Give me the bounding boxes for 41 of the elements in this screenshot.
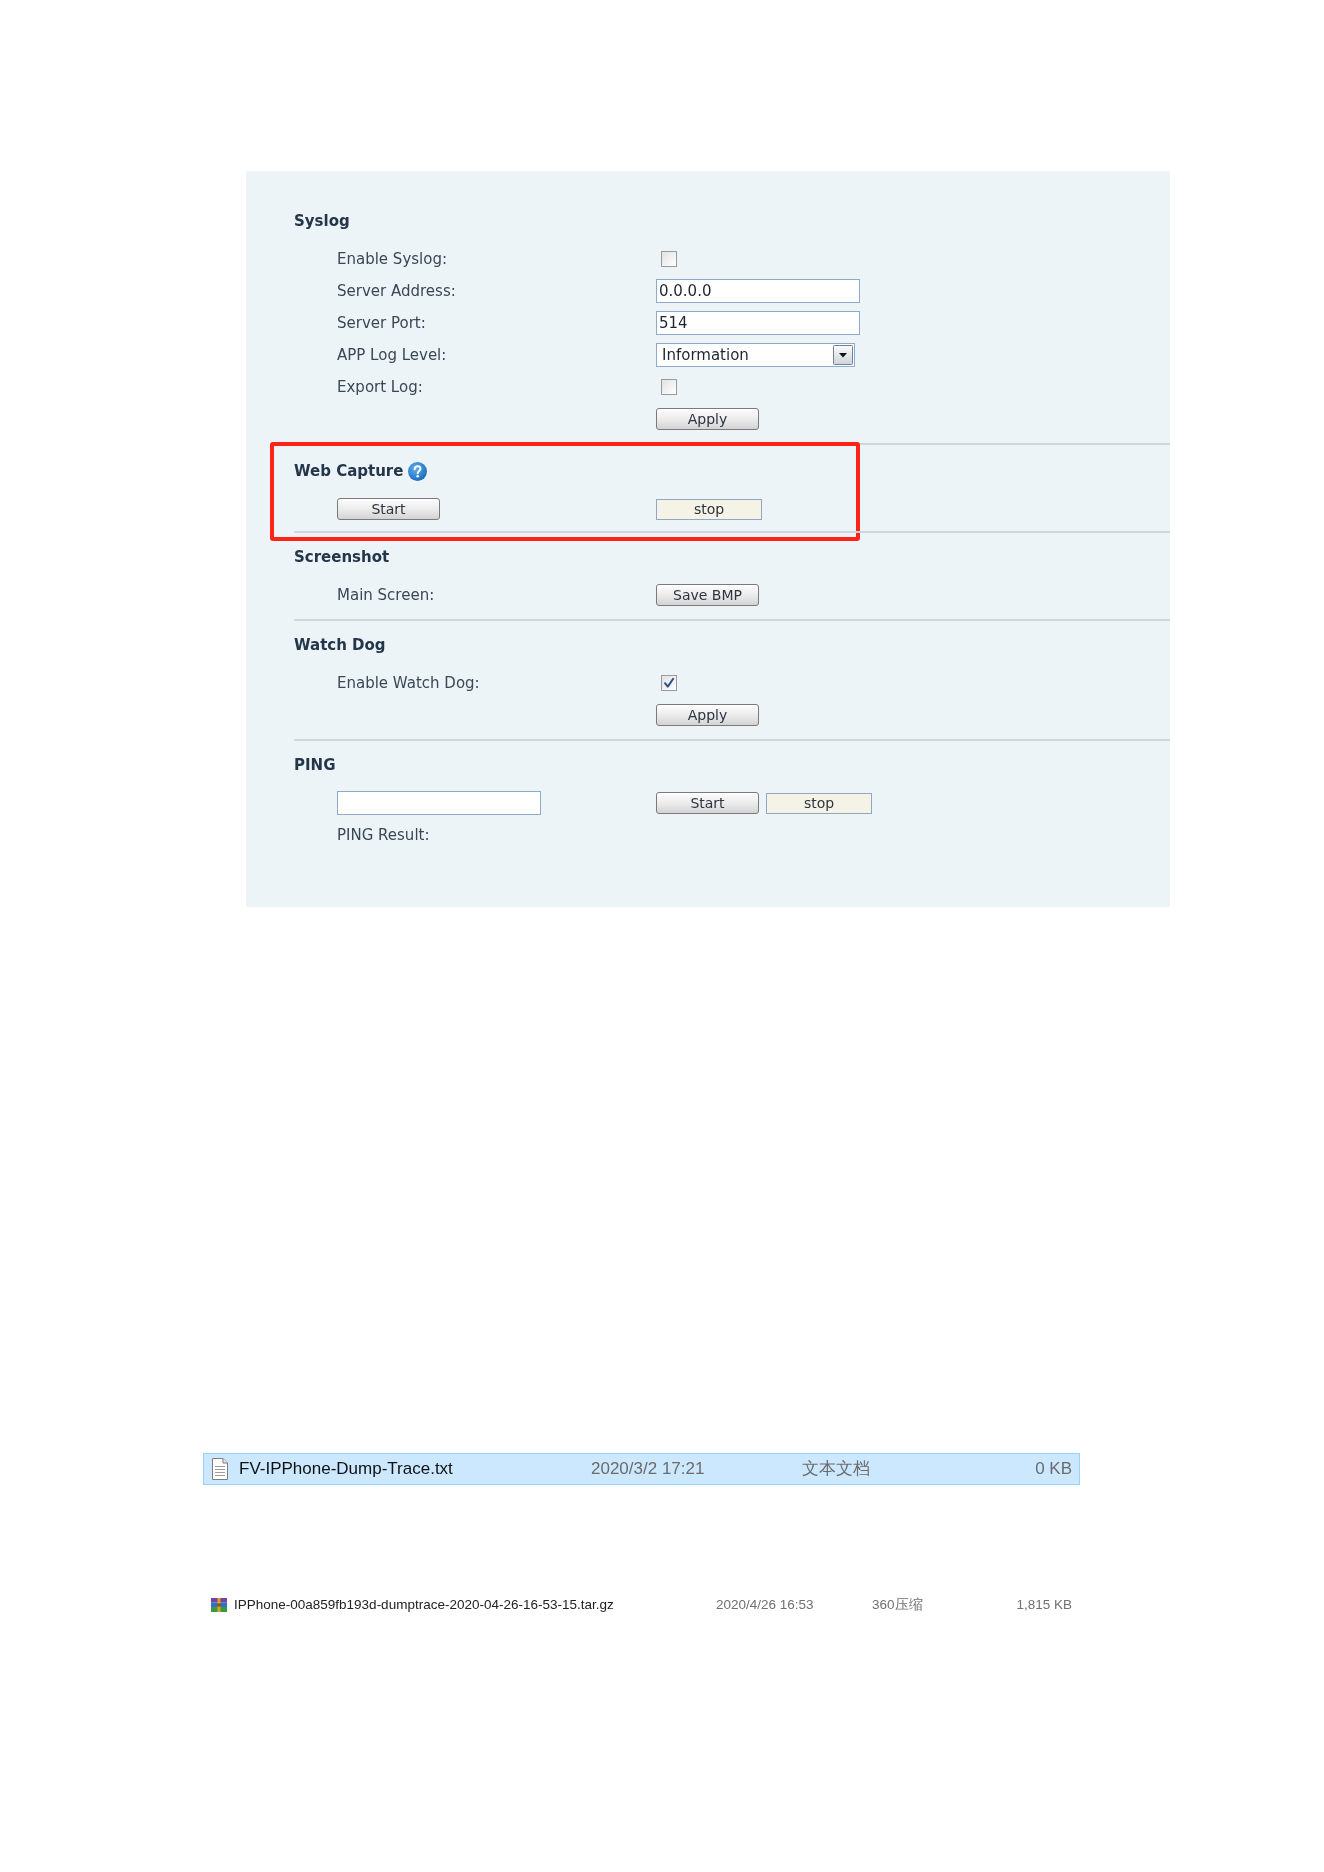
field-label: Export Log: [337, 377, 423, 397]
file-name: IPPhone-00a859fb193d-dumptrace-2020-04-26-16-53-15.tar.gz [234, 1595, 615, 1614]
flat-button[interactable]: stop [656, 498, 762, 520]
field-label: PING Result: [337, 825, 430, 845]
file-size: 1,815 KB [1016, 1595, 1072, 1614]
dropdown[interactable]: Information [656, 343, 855, 367]
file-size: 0 KB [1035, 1458, 1072, 1481]
button[interactable]: Start [656, 792, 759, 814]
button[interactable]: Apply [656, 704, 759, 726]
section-title: Web Capture [294, 461, 404, 482]
text-field[interactable]: 514 [656, 311, 860, 335]
file-date: 2020/3/2 17:21 [591, 1458, 706, 1481]
field-label: Enable Watch Dog: [337, 673, 480, 693]
text-field[interactable] [337, 791, 541, 815]
button[interactable]: Save BMP [656, 584, 759, 606]
checkbox[interactable] [661, 675, 677, 691]
button[interactable]: Start [337, 498, 440, 520]
file-date: 2020/4/26 16:53 [716, 1595, 815, 1614]
field-label: Main Screen: [337, 585, 435, 605]
text-field[interactable]: 0.0.0.0 [656, 279, 860, 303]
help-icon[interactable] [408, 461, 428, 481]
checkbox[interactable] [661, 251, 677, 267]
field-label: Enable Syslog: [337, 249, 447, 269]
field-label: APP Log Level: [337, 345, 447, 365]
field-label: Server Address: [337, 281, 456, 301]
flat-button[interactable]: stop [766, 792, 872, 814]
archive-file-icon [211, 1598, 227, 1612]
section-title: PING [294, 755, 336, 776]
field-label: Server Port: [337, 313, 426, 333]
file-name: FV-IPPhone-Dump-Trace.txt [239, 1458, 454, 1481]
file-row[interactable]: IPPhone-00a859fb193d-dumptrace-2020-04-26-16-53-15.tar.gz 2020/4/26 16:53 360压缩 1,815 KB [203, 1594, 1080, 1616]
checkbox[interactable] [661, 379, 677, 395]
button[interactable]: Apply [656, 408, 759, 430]
file-type: 360压缩 [872, 1595, 924, 1614]
section-title: Watch Dog [294, 635, 386, 656]
file-row[interactable]: FV-IPPhone-Dump-Trace.txt 2020/3/2 17:21 文本文档 0 KB [203, 1453, 1080, 1485]
section-title: Screenshot [294, 547, 390, 568]
text-file-icon [211, 1458, 229, 1480]
tick-icon [663, 677, 675, 689]
file-type: 文本文档 [802, 1458, 871, 1481]
section-title: Syslog [294, 211, 350, 232]
